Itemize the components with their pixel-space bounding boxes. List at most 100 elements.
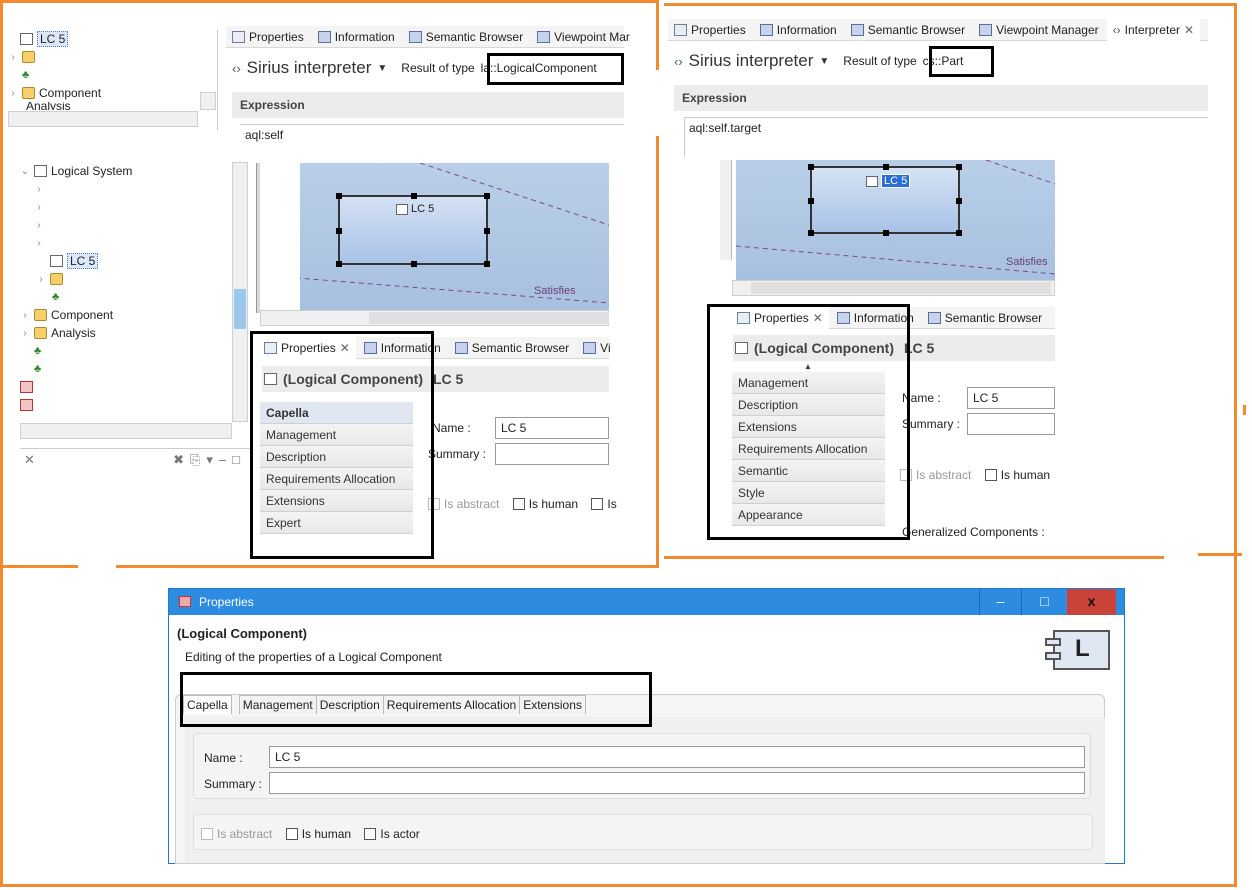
- chevron-right-icon[interactable]: ›: [20, 310, 30, 321]
- tree-item-diagram[interactable]: ♣: [20, 342, 232, 360]
- tree-horizontal-scrollbar[interactable]: [8, 111, 198, 127]
- tree-item-table[interactable]: [20, 396, 232, 414]
- chevron-down-icon[interactable]: ⌄: [20, 166, 30, 177]
- tree-item-collapsed[interactable]: ›: [20, 234, 232, 252]
- summary-field[interactable]: [495, 443, 609, 465]
- resize-handle[interactable]: [808, 230, 814, 236]
- resize-handle[interactable]: [336, 261, 342, 267]
- tree-item-logical-system[interactable]: ⌄ Logical System: [20, 162, 232, 180]
- tree-vertical-scrollbar[interactable]: [232, 162, 248, 422]
- diagram-horizontal-scrollbar[interactable]: [732, 280, 1055, 296]
- chevron-down-icon[interactable]: ▼: [819, 56, 829, 67]
- resize-handle[interactable]: [484, 228, 490, 234]
- resize-handle[interactable]: [956, 198, 962, 204]
- resize-handle[interactable]: [336, 228, 342, 234]
- chevron-right-icon[interactable]: ›: [34, 238, 44, 249]
- name-field[interactable]: LC 5: [495, 417, 609, 439]
- logical-component-node[interactable]: LC 5: [336, 193, 490, 267]
- is-human-checkbox[interactable]: Is human: [512, 497, 578, 511]
- is-abstract-checkbox[interactable]: Is abstract: [900, 468, 971, 482]
- tree-item-diagram[interactable]: ♣: [8, 66, 217, 84]
- tree-item-folder[interactable]: ›: [20, 270, 232, 288]
- scrollbar-thumb[interactable]: [234, 289, 246, 329]
- resize-handle[interactable]: [484, 261, 490, 267]
- chevron-right-icon[interactable]: ›: [8, 52, 18, 63]
- maximize-icon[interactable]: □: [232, 452, 246, 467]
- summary-field[interactable]: [269, 772, 1085, 794]
- remove-all-icon[interactable]: ✖: [173, 452, 190, 467]
- tab-viewpoint[interactable]: Vi: [577, 337, 616, 359]
- node-text-editing[interactable]: LC 5: [881, 174, 911, 188]
- diagram-canvas-p2[interactable]: LC 5 Satisfies: [300, 163, 609, 310]
- tree-item-diagram[interactable]: ♣: [20, 288, 232, 306]
- resize-handle[interactable]: [883, 230, 889, 236]
- tab-viewpoint-manager[interactable]: Viewpoint Manager: [973, 19, 1105, 41]
- minimize-button[interactable]: –: [979, 589, 1021, 615]
- tab-interpreter[interactable]: ‹› Interpreter ✕: [1106, 18, 1201, 41]
- tree-item-lc5[interactable]: LC 5: [8, 30, 217, 48]
- resize-handle[interactable]: [956, 230, 962, 236]
- resize-handle[interactable]: [336, 193, 342, 199]
- resize-handle[interactable]: [808, 164, 814, 170]
- tab-properties[interactable]: Properties: [226, 26, 310, 48]
- resize-handle[interactable]: [808, 198, 814, 204]
- tab-information[interactable]: Information: [754, 19, 843, 41]
- expression-input-p1[interactable]: aql:self: [240, 124, 624, 146]
- resize-handle[interactable]: [484, 193, 490, 199]
- expression-input-p3[interactable]: aql:self.target: [684, 117, 1208, 139]
- resize-handle[interactable]: [956, 164, 962, 170]
- tree-item-analysis[interactable]: › Analysis: [20, 324, 232, 342]
- tree-item-lc5[interactable]: LC 5: [20, 252, 232, 270]
- tab-information[interactable]: Information: [312, 26, 401, 48]
- tree-item-collapsed[interactable]: ›: [20, 216, 232, 234]
- diagram-icon: ♣: [52, 291, 60, 303]
- pin-icon[interactable]: ⎘: [190, 452, 206, 467]
- chevron-down-icon[interactable]: ▼: [377, 63, 387, 74]
- tab-viewpoint-manager[interactable]: Viewpoint Mar: [531, 26, 636, 48]
- name-field[interactable]: LC 5: [269, 746, 1085, 768]
- tab-semantic-browser[interactable]: Semantic Browser: [403, 26, 529, 48]
- is-actor-checkbox[interactable]: Is: [591, 497, 617, 511]
- tab-semantic-browser[interactable]: Semantic Browser: [449, 337, 575, 359]
- tree-item-collapsed[interactable]: ›: [20, 180, 232, 198]
- resize-handle[interactable]: [883, 164, 889, 170]
- tree-vertical-scrollbar[interactable]: [200, 92, 216, 110]
- tree-item-collapsed[interactable]: ›: [20, 198, 232, 216]
- name-field[interactable]: LC 5: [967, 387, 1055, 409]
- tree-item-analysis[interactable]: Analysis: [8, 102, 217, 110]
- chevron-right-icon[interactable]: ›: [34, 202, 44, 213]
- close-icon[interactable]: ✕: [1184, 23, 1194, 37]
- is-actor-checkbox[interactable]: Is actor: [364, 827, 420, 841]
- tree-horizontal-scrollbar[interactable]: [20, 423, 232, 439]
- tree-item-diagram[interactable]: ♣: [20, 360, 232, 378]
- view-menu-icon[interactable]: ▾: [206, 452, 219, 467]
- tree-item-component[interactable]: › Component: [8, 84, 217, 102]
- diagram-canvas-p3[interactable]: LC 5 Satisfies: [736, 160, 1055, 280]
- chevron-right-icon[interactable]: ›: [34, 220, 44, 231]
- summary-field[interactable]: [967, 413, 1055, 435]
- chevron-right-icon[interactable]: ›: [36, 274, 46, 285]
- is-abstract-checkbox[interactable]: Is abstract: [428, 497, 499, 511]
- close-button[interactable]: x: [1067, 589, 1116, 615]
- is-abstract-checkbox[interactable]: Is abstract: [201, 827, 272, 841]
- tab-semantic-browser[interactable]: Semantic Browser: [922, 307, 1048, 329]
- is-human-checkbox[interactable]: Is human: [285, 827, 351, 841]
- tab-properties[interactable]: Properties: [668, 19, 752, 41]
- minimize-view-icon[interactable]: ✕: [24, 452, 35, 468]
- resize-handle[interactable]: [411, 261, 417, 267]
- tree-item-table[interactable]: [20, 378, 232, 396]
- resize-handle[interactable]: [411, 193, 417, 199]
- minimize-icon[interactable]: –: [219, 452, 232, 467]
- diagram-horizontal-scrollbar[interactable]: [260, 310, 609, 326]
- chevron-right-icon[interactable]: ›: [8, 88, 18, 99]
- is-human-checkbox[interactable]: Is human: [984, 468, 1050, 482]
- logical-component-node[interactable]: LC 5: [808, 164, 962, 236]
- scrollbar-thumb[interactable]: [751, 282, 1051, 294]
- tab-semantic-browser[interactable]: Semantic Browser: [845, 19, 971, 41]
- chevron-right-icon[interactable]: ›: [34, 184, 44, 195]
- tree-item-component[interactable]: › Component: [20, 306, 232, 324]
- tree-item-folder[interactable]: ›: [8, 48, 217, 66]
- maximize-button[interactable]: □: [1021, 589, 1067, 615]
- scrollbar-thumb[interactable]: [369, 312, 609, 324]
- chevron-right-icon[interactable]: ›: [20, 328, 30, 339]
